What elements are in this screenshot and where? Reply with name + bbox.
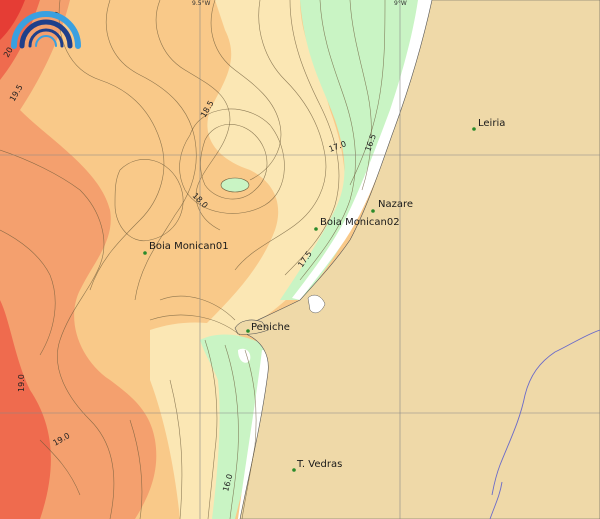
grid-label-9-5w: 9.5°W (192, 0, 211, 7)
place-label: Boia Monican01 (149, 241, 229, 252)
sst-map: 9.5°W 9°W 19.5 18.5 17.0 16.5 18.0 17.5 … (0, 0, 600, 519)
place-label: Nazare (378, 199, 413, 210)
place-label: T. Vedras (296, 459, 342, 470)
grid-label-9w: 9°W (394, 0, 407, 7)
place-label: Leiria (478, 118, 505, 129)
place-tvedras: T. Vedras (292, 459, 342, 472)
place-label: Peniche (251, 322, 290, 333)
place-leiria: Leiria (472, 118, 505, 131)
place-peniche: Peniche (246, 322, 290, 333)
place-label: Boia Monican02 (320, 217, 400, 228)
contour-label: 19.0 (17, 374, 26, 392)
cold-eddy (220, 177, 250, 193)
